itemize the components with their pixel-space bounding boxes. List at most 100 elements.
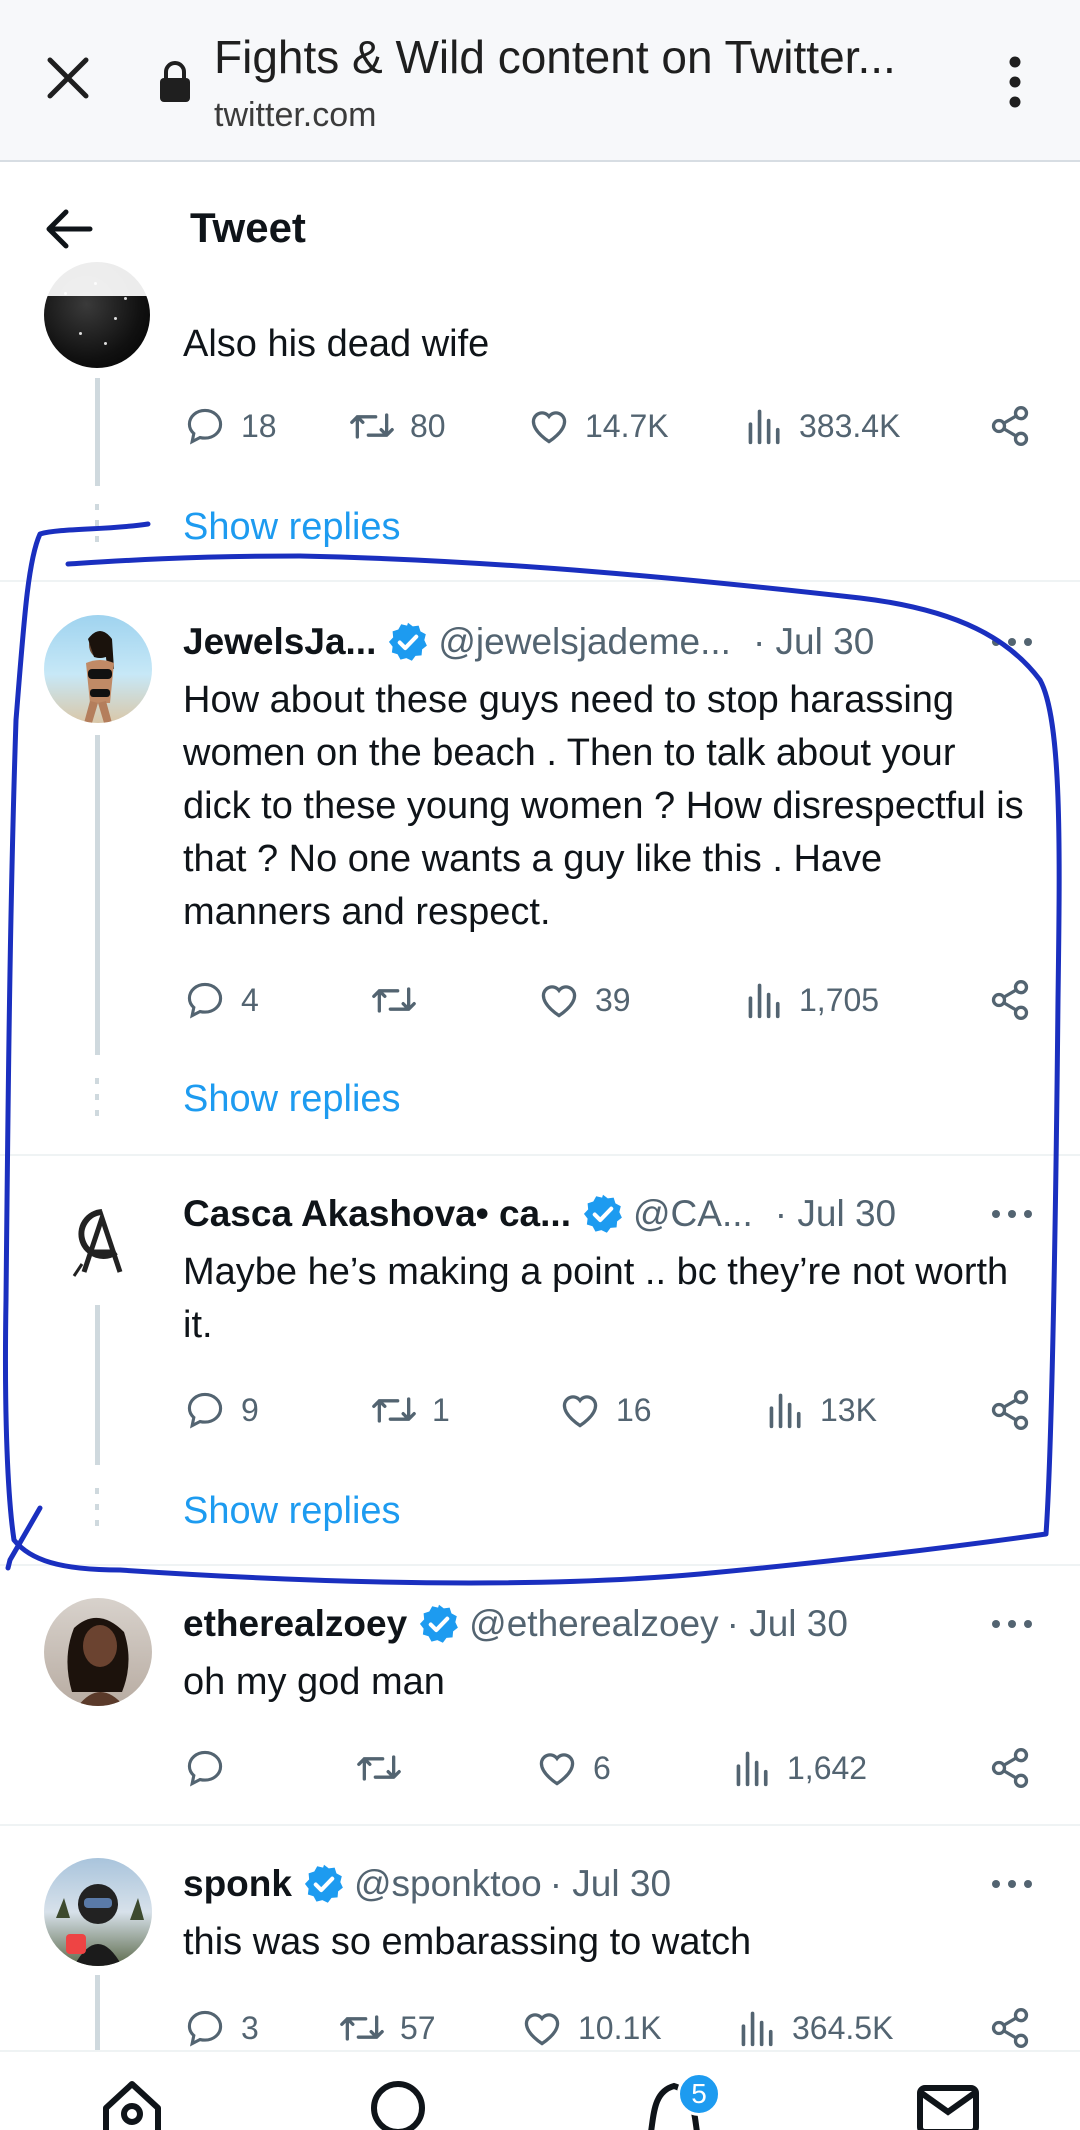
reply-count: 18 <box>241 407 277 444</box>
author-handle[interactable]: @jewelsjademe... <box>438 621 731 663</box>
share-button[interactable] <box>988 1388 1046 1432</box>
avatar[interactable] <box>44 1598 152 1706</box>
tweet-date[interactable]: · Jul 30 <box>753 621 874 663</box>
like-icon <box>524 2013 560 2046</box>
views-icon <box>769 1393 801 1429</box>
like-button[interactable]: 14.7K <box>527 404 669 448</box>
more-options-icon[interactable] <box>990 1878 1034 1890</box>
reply-icon <box>187 1392 223 1429</box>
more-options-icon[interactable] <box>990 636 1034 648</box>
views-button[interactable]: 383.4K <box>745 404 900 448</box>
author-handle[interactable]: @etherealzoey <box>469 1603 718 1645</box>
show-replies-link[interactable]: Show replies <box>183 1490 401 1533</box>
views-icon <box>748 409 780 445</box>
tweet-date[interactable]: · Jul 30 <box>727 1603 848 1645</box>
share-icon <box>991 406 1029 446</box>
views-count: 364.5K <box>792 2009 894 2046</box>
avatar-image <box>67 1617 129 1706</box>
avatar[interactable] <box>44 1858 152 1966</box>
browser-page-title: Fights & Wild content on Twitter... <box>214 31 896 83</box>
like-button[interactable]: 6 <box>535 1746 611 1790</box>
show-replies-link[interactable]: Show replies <box>183 506 401 549</box>
verified-icon <box>420 1604 459 1643</box>
back-arrow-icon[interactable] <box>44 206 94 252</box>
views-icon <box>741 2011 773 2047</box>
like-icon <box>539 1753 575 1786</box>
views-count: 13K <box>820 1391 877 1428</box>
views-count: 1,705 <box>799 981 880 1018</box>
reply-button[interactable]: 4 <box>183 978 259 1022</box>
tweet-author-row: etherealzoey @etherealzoey · Jul 30 <box>183 1600 848 1648</box>
reply-icon <box>187 2010 223 2047</box>
author-name[interactable]: JewelsJa... <box>183 621 376 663</box>
search-icon[interactable] <box>368 2078 432 2130</box>
views-icon <box>736 1751 768 1787</box>
retweet-icon <box>372 1397 416 1423</box>
reply-icon <box>187 408 223 445</box>
views-button[interactable]: 1,705 <box>745 978 879 1022</box>
views-button[interactable]: 364.5K <box>738 2006 893 2050</box>
author-name[interactable]: Casca Akashova• ca... <box>183 1193 571 1235</box>
retweet-button[interactable] <box>355 1746 417 1790</box>
views-button[interactable]: 1,642 <box>733 1746 867 1790</box>
retweet-button[interactable]: 1 <box>370 1388 450 1432</box>
like-button[interactable]: 16 <box>558 1388 652 1432</box>
share-icon <box>991 1390 1029 1430</box>
retweet-count: 1 <box>432 1391 450 1428</box>
bottom-navigation <box>0 2050 1080 2130</box>
share-icon <box>991 1748 1029 1788</box>
retweet-button[interactable] <box>370 978 432 1022</box>
tweet-text: Maybe he’s making a point .. bc they’re … <box>183 1251 1009 1346</box>
mail-icon[interactable] <box>916 2078 980 2130</box>
tweet-author-row: JewelsJa... @jewelsjademe... · Jul 30 <box>183 618 874 666</box>
retweet-icon <box>372 987 416 1013</box>
thread-dots <box>95 504 99 552</box>
thread-line <box>95 1305 100 1465</box>
reply-count: 9 <box>241 1391 259 1428</box>
more-vert-icon[interactable] <box>1000 52 1030 112</box>
lock-icon <box>160 61 190 102</box>
share-button[interactable] <box>988 1746 1046 1790</box>
reply-button[interactable]: 18 <box>183 404 277 448</box>
avatar-image <box>84 631 114 723</box>
share-icon <box>991 980 1029 1020</box>
more-options-icon[interactable] <box>990 1618 1034 1630</box>
tweet-date[interactable]: · Jul 30 <box>775 1193 896 1235</box>
share-button[interactable] <box>988 2006 1046 2050</box>
tweet-author-row: Casca Akashova• ca... @CA... · Jul 30 <box>183 1190 896 1238</box>
retweet-button[interactable]: 80 <box>348 404 446 448</box>
views-button[interactable]: 13K <box>766 1388 877 1432</box>
home-icon[interactable] <box>100 2078 164 2130</box>
author-name[interactable]: sponk <box>183 1863 292 1905</box>
avatar-image <box>72 1209 123 1277</box>
show-replies-link[interactable]: Show replies <box>183 1078 401 1121</box>
like-button[interactable]: 10.1K <box>520 2006 662 2050</box>
reply-button[interactable]: 3 <box>183 2006 259 2050</box>
reply-button[interactable]: 9 <box>183 1388 259 1432</box>
like-count: 39 <box>595 981 631 1018</box>
share-icon <box>991 2008 1029 2048</box>
page-title: Tweet <box>190 204 306 251</box>
retweet-button[interactable]: 57 <box>338 2006 436 2050</box>
retweet-icon <box>350 413 394 439</box>
tweet-date[interactable]: · Jul 30 <box>550 1863 671 1905</box>
reply-icon <box>187 1750 223 1787</box>
notifications-badge: 5 <box>677 2072 721 2116</box>
author-name[interactable]: etherealzoey <box>183 1603 407 1645</box>
reply-button[interactable] <box>183 1746 241 1790</box>
close-icon[interactable] <box>42 52 94 104</box>
more-options-icon[interactable] <box>990 1208 1034 1220</box>
thread-dots <box>95 1488 99 1536</box>
like-icon <box>541 985 577 1018</box>
avatar[interactable] <box>44 615 152 723</box>
divider <box>0 1564 1080 1566</box>
like-button[interactable]: 39 <box>537 978 631 1022</box>
share-button[interactable] <box>988 978 1046 1022</box>
browser-url[interactable]: twitter.com <box>214 96 376 135</box>
author-handle[interactable]: @CA... <box>633 1193 753 1235</box>
views-count: 1,642 <box>787 1749 868 1786</box>
views-count: 383.4K <box>799 407 901 444</box>
avatar[interactable] <box>44 1188 152 1296</box>
author-handle[interactable]: @sponktoo <box>354 1863 542 1905</box>
share-button[interactable] <box>988 404 1046 448</box>
